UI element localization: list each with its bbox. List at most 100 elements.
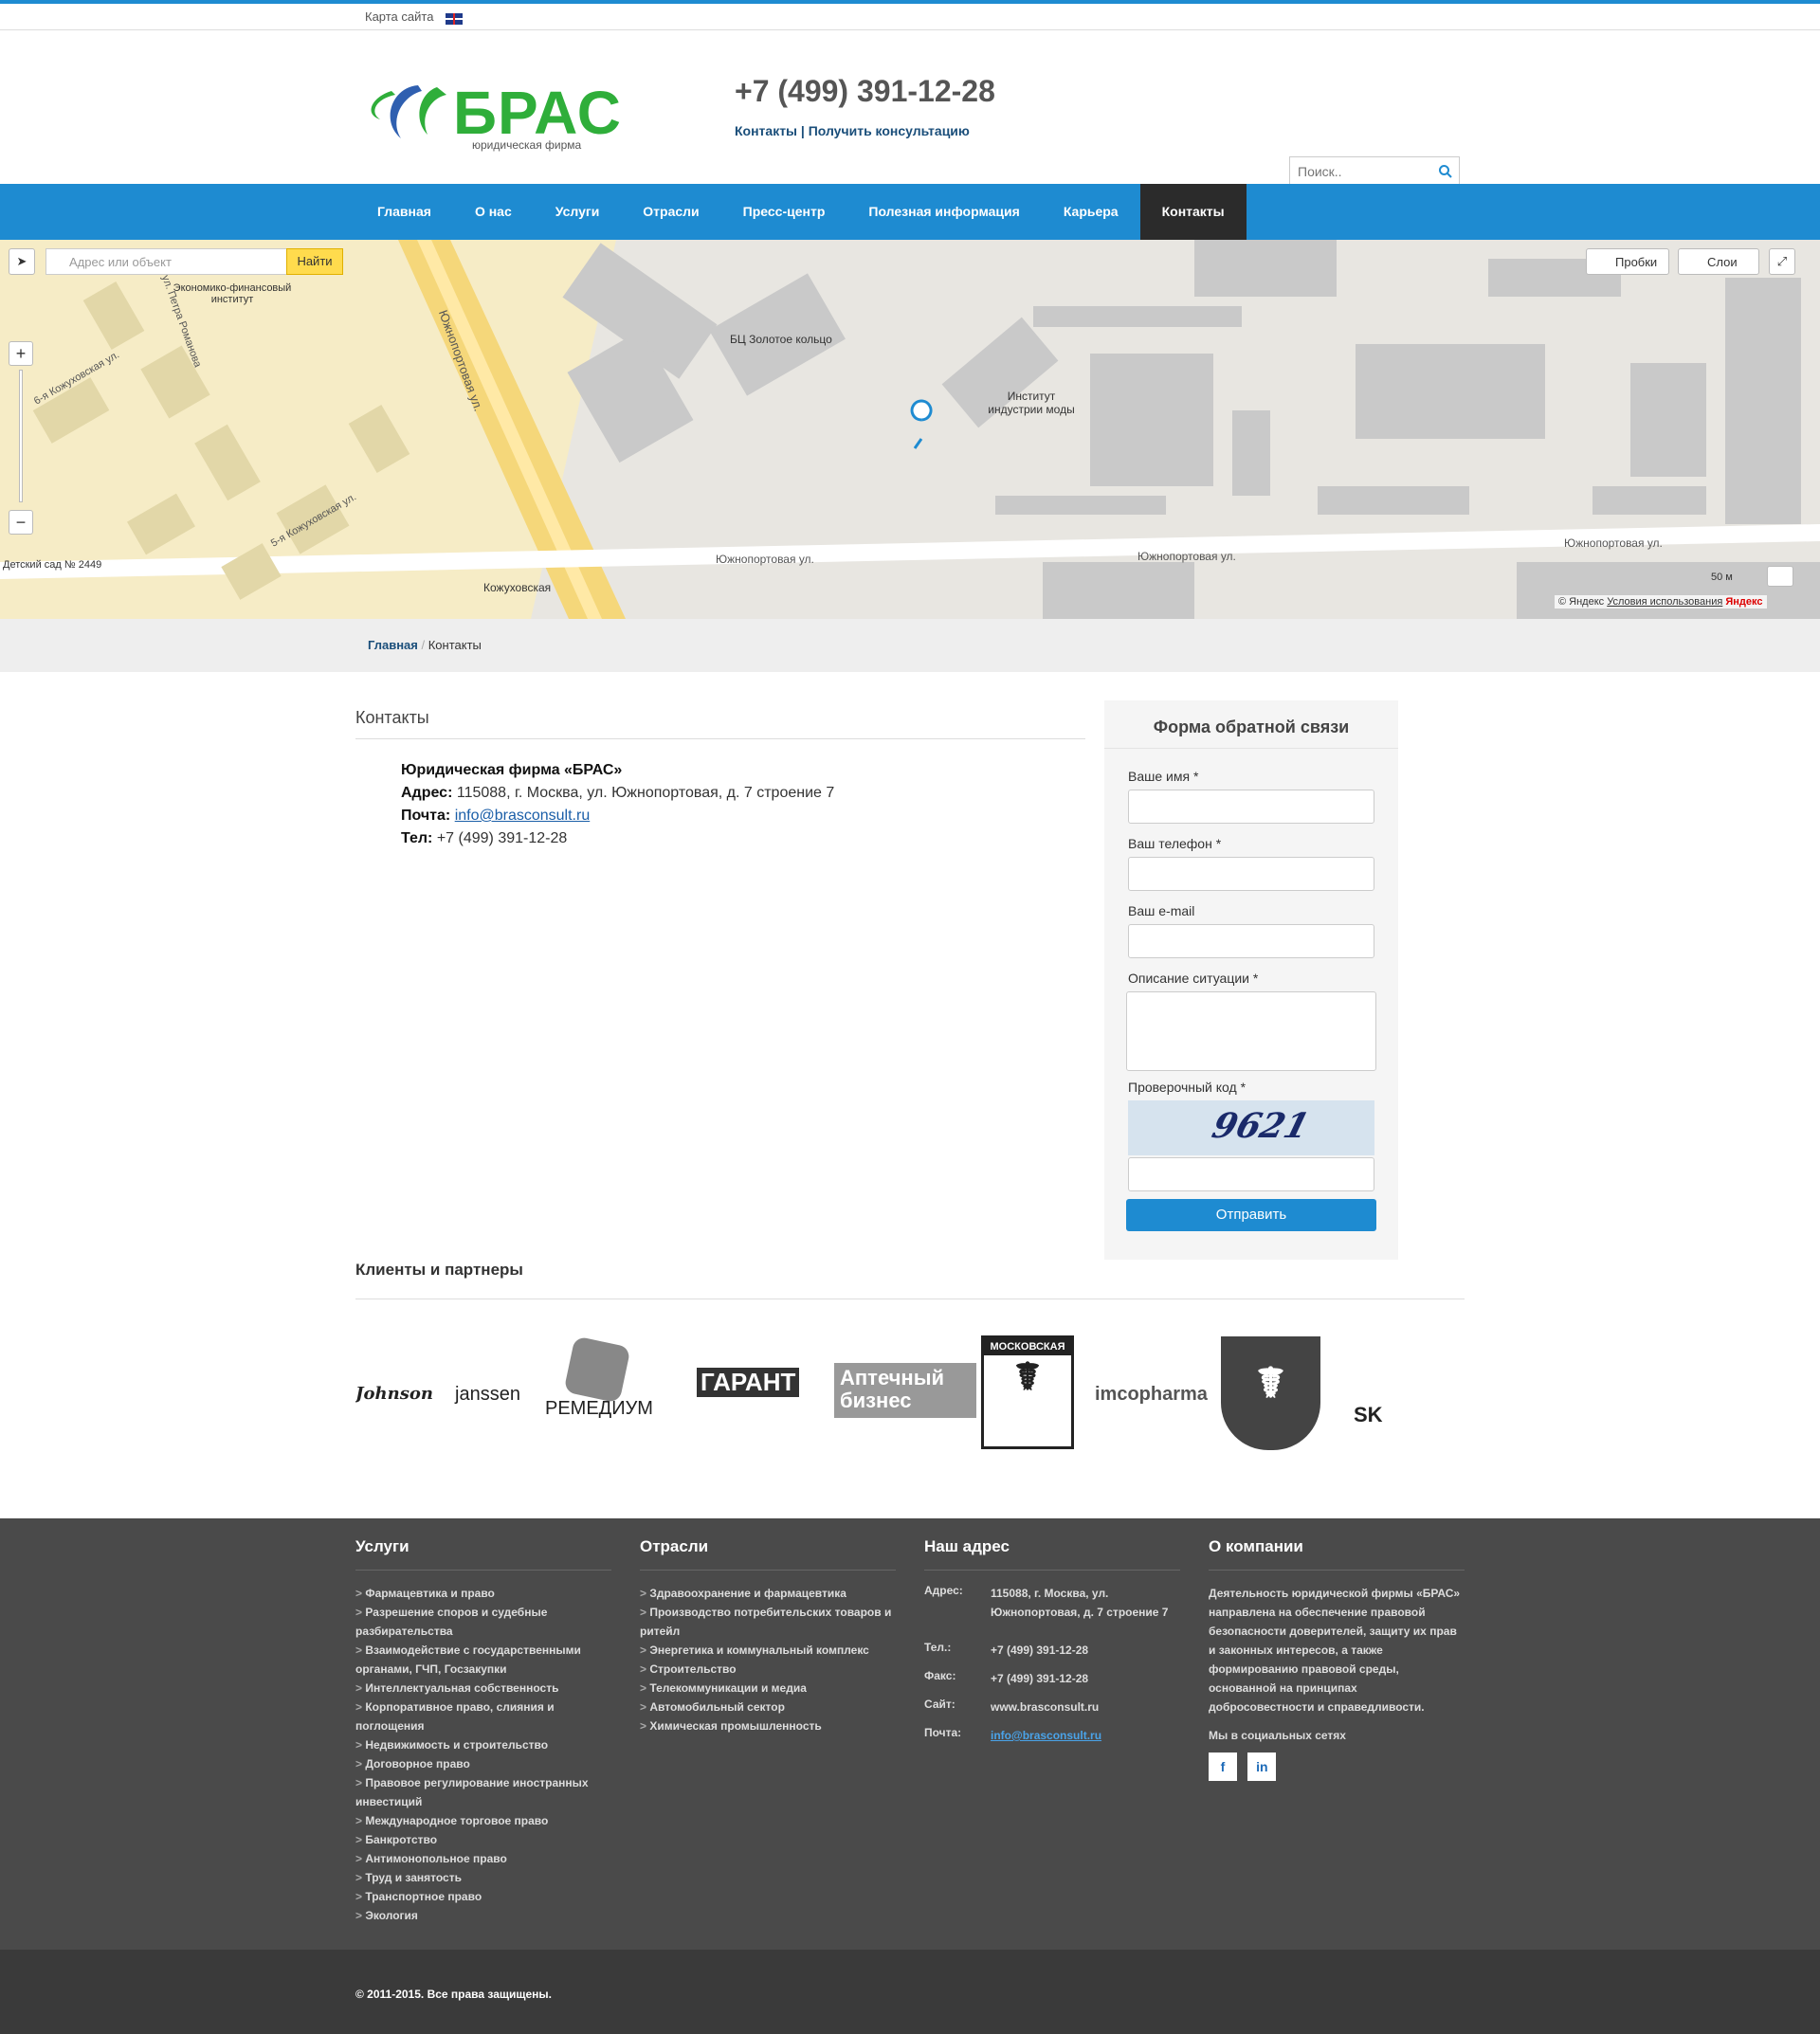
yandex-logo[interactable]: Яндекс	[1725, 596, 1762, 608]
title-divider	[355, 738, 1085, 739]
uk-flag-icon[interactable]	[446, 13, 463, 25]
footer-service-link[interactable]: Разрешение споров и судебные разбиратель…	[355, 1603, 611, 1641]
footer-service-link[interactable]: Антимонопольное право	[355, 1849, 611, 1868]
breadcrumb: Главная / Контакты	[0, 619, 1820, 672]
site-search[interactable]	[1289, 156, 1460, 187]
map-zoom-out-button[interactable]: −	[9, 510, 33, 535]
nav-item-services[interactable]: Услуги	[534, 184, 622, 240]
footer-service-link[interactable]: Фармацевтика и право	[355, 1584, 611, 1603]
email-field[interactable]	[1128, 924, 1374, 958]
footer-mail-link[interactable]: info@brasconsult.ru	[991, 1726, 1180, 1745]
footer-service-link[interactable]: Экология	[355, 1906, 611, 1925]
captcha-image: 9621	[1128, 1100, 1374, 1155]
client-logo-janssen[interactable]: janssen	[455, 1384, 520, 1406]
remedium-name: РЕМЕДИУМ	[545, 1398, 653, 1419]
search-input[interactable]	[1290, 157, 1432, 186]
client-logo-johnson[interactable]: Johnson	[355, 1384, 433, 1404]
map-street-label-1: Южнопортовая ул.	[716, 553, 814, 566]
client-logo-imcopharma[interactable]: imcopharma	[1095, 1384, 1208, 1406]
footer-service-link[interactable]: Недвижимость и строительство	[355, 1735, 611, 1754]
footer-industry-link[interactable]: Телекоммуникации и медиа	[640, 1679, 896, 1698]
footer-service-link[interactable]: Труд и занятость	[355, 1868, 611, 1887]
client-logo-remedium[interactable]: РЕМЕДИУМ	[545, 1335, 653, 1420]
mail-link[interactable]: info@brasconsult.ru	[455, 808, 591, 824]
name-field[interactable]	[1128, 790, 1374, 824]
footer-service-link[interactable]: Взаимодействие с государственными органа…	[355, 1641, 611, 1679]
mail-key: Почта:	[924, 1726, 962, 1739]
social-title: Мы в социальных сетях	[1209, 1729, 1346, 1742]
address-label: Адрес:	[401, 785, 453, 801]
footer-service-link[interactable]: Интеллектуальная собственность	[355, 1679, 611, 1698]
breadcrumb-home[interactable]: Главная	[368, 638, 418, 652]
form-divider	[1104, 748, 1398, 749]
logo[interactable]: БРАС юридическая фирма	[363, 78, 621, 154]
clients-carousel[interactable]: Johnson janssen РЕМЕДИУМ ГАРАНТ Аптечный…	[355, 1332, 1465, 1455]
map-copyright: © Яндекс	[1558, 596, 1605, 608]
footer-service-link[interactable]: Международное торговое право	[355, 1811, 611, 1830]
footer-industry-link[interactable]: Производство потребительских товаров и р…	[640, 1603, 896, 1641]
addr-key: Адрес:	[924, 1584, 963, 1597]
captcha-label: Проверочный код *	[1128, 1080, 1247, 1095]
copyright: © 2011-2015. Все права защищены.	[355, 1988, 553, 2001]
map-zoom-in-button[interactable]: +	[9, 341, 33, 366]
nav-item-home[interactable]: Главная	[355, 184, 453, 240]
client-logo-mtpp[interactable]: МОСКОВСКАЯ ☤	[981, 1335, 1074, 1449]
logo-subtitle: юридическая фирма	[472, 138, 582, 152]
site-header: БРАС юридическая фирма +7 (499) 391-12-2…	[0, 30, 1820, 187]
footer-service-link[interactable]: Договорное право	[355, 1754, 611, 1773]
footer-industries-title: Отрасли	[640, 1537, 896, 1571]
captcha-input[interactable]	[1128, 1157, 1374, 1191]
client-logo-shield[interactable]: ☤	[1221, 1336, 1320, 1450]
nav-item-career[interactable]: Карьера	[1042, 184, 1140, 240]
map-layers-button[interactable]: Слои	[1678, 248, 1759, 275]
footer-bottom-bar: © 2011-2015. Все права защищены.	[0, 1950, 1820, 2034]
footer-service-link[interactable]: Транспортное право	[355, 1887, 611, 1906]
map-search-input[interactable]: Адрес или объект	[46, 248, 287, 275]
map-search-button[interactable]: Найти	[286, 248, 343, 275]
map-locate-button[interactable]: ➤	[9, 248, 35, 275]
tel-key: Тел.:	[924, 1641, 952, 1654]
description-label: Описание ситуации *	[1128, 971, 1259, 986]
yandex-map[interactable]: ➤ Адрес или объект Найти + − Пробки Слои…	[0, 240, 1820, 619]
client-logo-garant[interactable]: ГАРАНТ	[697, 1368, 800, 1397]
footer-services-title: Услуги	[355, 1537, 611, 1571]
footer-industry-link[interactable]: Здравоохранение и фармацевтика	[640, 1584, 896, 1603]
nav-item-press[interactable]: Пресс-центр	[721, 184, 847, 240]
email-label: Ваш e-mail	[1128, 903, 1195, 918]
map-traffic-button[interactable]: Пробки	[1586, 248, 1669, 275]
footer-service-link[interactable]: Банкротство	[355, 1830, 611, 1849]
map-fullscreen-button[interactable]: ⤢	[1769, 248, 1795, 275]
footer-industry-link[interactable]: Автомобильный сектор	[640, 1698, 896, 1716]
feedback-form: Форма обратной связи Ваше имя * Ваш теле…	[1104, 700, 1398, 1260]
footer-industry-link[interactable]: Энергетика и коммунальный комплекс	[640, 1641, 896, 1660]
sitemap-link[interactable]: Карта сайта	[365, 9, 433, 24]
company-name: Юридическая фирма «БРАС»	[401, 762, 623, 778]
site-value: www.brasconsult.ru	[991, 1700, 1100, 1714]
about-text: Деятельность юридической фирмы «БРАС» на…	[1209, 1587, 1461, 1714]
footer-industry-link[interactable]: Химическая промышленность	[640, 1716, 896, 1735]
name-label: Ваше имя *	[1128, 769, 1199, 784]
nav-item-industries[interactable]: Отрасли	[621, 184, 720, 240]
search-icon[interactable]	[1438, 164, 1453, 179]
description-textarea[interactable]	[1126, 991, 1376, 1071]
map-zoom-slider[interactable]	[19, 370, 23, 502]
footer-service-link[interactable]: Правовое регулирование иностранных инвес…	[355, 1773, 611, 1811]
client-logo-aptechny-biznes[interactable]: Аптечный бизнес	[834, 1363, 976, 1418]
map-terms-link[interactable]: Условия использования	[1607, 596, 1722, 608]
mtpp-title: МОСКОВСКАЯ	[984, 1338, 1071, 1355]
footer-industry-link[interactable]: Строительство	[640, 1660, 896, 1679]
nav-item-contacts[interactable]: Контакты	[1139, 184, 1247, 240]
map-ruler-button[interactable]	[1767, 566, 1793, 587]
header-links[interactable]: Контакты | Получить консультацию	[735, 123, 970, 138]
phone-field[interactable]	[1128, 857, 1374, 891]
nav-item-info[interactable]: Полезная информация	[846, 184, 1041, 240]
client-logo-sk[interactable]: SK	[1354, 1403, 1383, 1427]
top-bar: Карта сайта	[0, 4, 1820, 30]
address-value: 115088, г. Москва, ул. Южнопортовая, д. …	[456, 785, 835, 801]
footer-service-link[interactable]: Корпоративное право, слияния и поглощени…	[355, 1698, 611, 1735]
nav-item-about[interactable]: О нас	[453, 184, 534, 240]
facebook-icon[interactable]: f	[1209, 1753, 1237, 1781]
linkedin-icon[interactable]: in	[1247, 1753, 1277, 1781]
main-nav: Главная О нас Услуги Отрасли Пресс-центр…	[0, 184, 1820, 240]
submit-button[interactable]: Отправить	[1126, 1199, 1376, 1231]
